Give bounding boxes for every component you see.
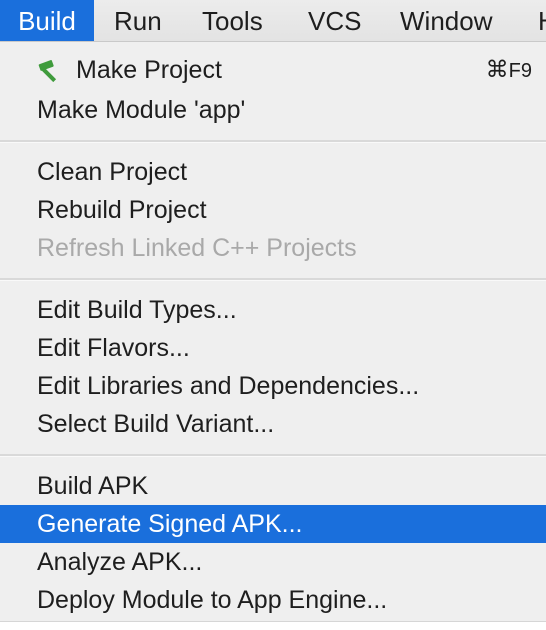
menu-separator <box>0 454 546 457</box>
menu-run[interactable]: Run <box>114 0 162 41</box>
menu-bar: Build Run Tools VCS Window H <box>0 0 546 42</box>
menu-item-label: Make Project <box>76 56 222 84</box>
menu-item-build-apk[interactable]: Build APK <box>0 467 546 505</box>
hammer-icon <box>38 60 57 83</box>
menu-item-label: Select Build Variant... <box>37 410 275 438</box>
menu-item-rebuild-project[interactable]: Rebuild Project <box>0 191 546 229</box>
menu-item-generate-signed-apk[interactable]: Generate Signed APK... <box>0 505 546 543</box>
menu-build[interactable]: Build <box>0 0 94 41</box>
menu-item-label: Edit Flavors... <box>37 334 190 362</box>
menu-separator <box>0 278 546 281</box>
menu-item-label: Generate Signed APK... <box>37 510 303 538</box>
menu-item-analyze-apk[interactable]: Analyze APK... <box>0 543 546 581</box>
menu-item-label: Refresh Linked C++ Projects <box>37 234 357 262</box>
menu-item-label: Deploy Module to App Engine... <box>37 586 388 614</box>
menu-item-label: Clean Project <box>37 158 188 186</box>
menu-item-make-module[interactable]: Make Module 'app' <box>0 91 546 129</box>
shortcut-key: F9 <box>508 60 532 82</box>
command-key-symbol: ⌘ <box>485 57 509 83</box>
menu-item-label: Build APK <box>37 472 149 500</box>
shortcut-label: ⌘F9 <box>486 51 532 90</box>
menu-item-make-project[interactable]: Make Project ⌘F9 <box>0 51 546 89</box>
menu-item-edit-build-types[interactable]: Edit Build Types... <box>0 291 546 329</box>
menu-item-select-build-variant[interactable]: Select Build Variant... <box>0 405 546 443</box>
menu-item-label: Edit Libraries and Dependencies... <box>37 372 420 400</box>
menu-item-label: Edit Build Types... <box>37 296 237 324</box>
menu-item-label: Rebuild Project <box>37 196 207 224</box>
menu-item-refresh-cpp-projects: Refresh Linked C++ Projects <box>0 229 546 267</box>
menu-item-clean-project[interactable]: Clean Project <box>0 153 546 191</box>
menu-item-deploy-app-engine[interactable]: Deploy Module to App Engine... <box>0 581 546 619</box>
menu-vcs[interactable]: VCS <box>308 0 361 41</box>
menu-help[interactable]: H <box>538 0 546 41</box>
menu-item-label: Analyze APK... <box>37 548 203 576</box>
menu-window[interactable]: Window <box>400 0 492 41</box>
menu-tools[interactable]: Tools <box>202 0 263 41</box>
menu-separator <box>0 140 546 143</box>
menu-item-edit-libraries[interactable]: Edit Libraries and Dependencies... <box>0 367 546 405</box>
background-strip <box>0 622 546 630</box>
menu-item-label: Make Module 'app' <box>37 96 246 124</box>
menu-item-edit-flavors[interactable]: Edit Flavors... <box>0 329 546 367</box>
